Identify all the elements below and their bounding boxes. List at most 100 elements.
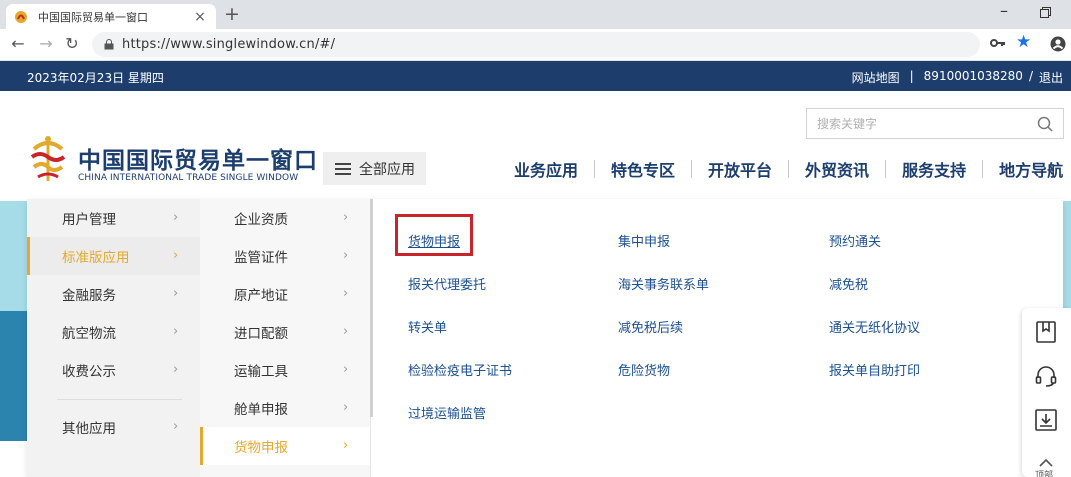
reload-button[interactable]: ↻ <box>62 34 82 53</box>
app-link-tax-exemption-followup[interactable]: 减免税后续 <box>618 317 683 336</box>
menu-item-label: 进口配额 <box>234 326 288 342</box>
search-icon[interactable] <box>1037 116 1053 132</box>
chevron-right-icon: › <box>343 210 349 225</box>
menu-item-label: 企业资质 <box>234 212 288 228</box>
submenu-item-enterprise-qualification[interactable]: 企业资质 › <box>200 199 370 237</box>
app-link-centralized-declaration[interactable]: 集中申报 <box>618 231 670 250</box>
logo-emblem-icon <box>30 136 66 181</box>
menu-item-label: 货物申报 <box>234 440 288 456</box>
nav-item-support[interactable]: 服务支持 <box>886 157 982 181</box>
chevron-right-icon: › <box>173 324 179 339</box>
bookmark-icon[interactable] <box>1034 320 1058 344</box>
subcategory-column: 企业资质 › 监管证件 › 原产地证 › 进口配额 › 运输工具 › 舱单申报 … <box>200 199 371 477</box>
search-box <box>806 108 1064 139</box>
separator: / <box>1028 69 1033 83</box>
chevron-right-icon: › <box>173 248 179 263</box>
menu-item-label: 其他应用 <box>62 421 116 437</box>
search-input[interactable] <box>807 109 1027 138</box>
window-minimize-button[interactable]: – <box>1000 1 1008 20</box>
forward-button[interactable]: → <box>36 34 56 53</box>
menu-item-label: 用户管理 <box>62 212 116 228</box>
tab-close-icon[interactable]: × <box>192 9 208 25</box>
logout-link[interactable]: 退出 <box>1039 69 1063 86</box>
floating-side-toolbar: 顶部 <box>1022 308 1071 477</box>
app-link-transfer-declaration[interactable]: 转关单 <box>408 317 447 336</box>
sitemap-link[interactable]: 网站地图 <box>852 69 900 86</box>
menu-item-label: 航空物流 <box>62 326 116 342</box>
chevron-right-icon: › <box>343 438 349 453</box>
menu-item-fee-disclosure[interactable]: 收费公示 › <box>27 351 200 389</box>
key-icon[interactable] <box>990 36 1006 50</box>
site-top-bar: 2023年02月23日 星期四 网站地图 | 8910001038280 / 退… <box>0 61 1071 91</box>
app-link-tax-exemption[interactable]: 减免税 <box>829 274 868 293</box>
app-link-customs-affairs-contact[interactable]: 海关事务联系单 <box>618 274 709 293</box>
chevron-right-icon: › <box>173 286 179 301</box>
app-link-transit-supervision[interactable]: 过境运输监管 <box>408 403 486 422</box>
back-to-top-label: 顶部 <box>1035 471 1054 477</box>
submenu-item-certificate-of-origin[interactable]: 原产地证 › <box>200 275 370 313</box>
app-link-self-print[interactable]: 报关单自助打印 <box>829 360 920 379</box>
window-restore-icon[interactable] <box>1040 7 1051 18</box>
menu-item-air-logistics[interactable]: 航空物流 › <box>27 313 200 351</box>
app-links-panel: 货物申报 集中申报 预约通关 报关代理委托 海关事务联系单 减免税 转关单 减免… <box>373 199 1063 477</box>
menu-item-label: 收费公示 <box>62 364 116 380</box>
logo-title[interactable]: 中国国际贸易单一窗口 <box>78 141 318 175</box>
headset-icon[interactable] <box>1034 364 1058 388</box>
all-apps-dropdown: 用户管理 › 标准版应用 › 金融服务 › 航空物流 › 收费公示 › 其他应用… <box>27 199 1063 477</box>
nav-item-featured[interactable]: 特色专区 <box>595 157 691 181</box>
new-tab-button[interactable]: + <box>224 3 240 25</box>
submenu-item-regulatory-certificates[interactable]: 监管证件 › <box>200 237 370 275</box>
back-to-top-icon[interactable] <box>1038 458 1054 468</box>
main-nav: 业务应用 特色专区 开放平台 外贸资讯 服务支持 地方导航 <box>498 157 1063 181</box>
chevron-right-icon: › <box>343 362 349 377</box>
tab-title: 中国国际贸易单一窗口 <box>38 10 148 24</box>
site-favicon-icon <box>15 10 27 23</box>
menu-item-label: 原产地证 <box>234 288 288 304</box>
menu-item-label: 标准版应用 <box>62 250 130 266</box>
menu-item-label: 运输工具 <box>234 364 288 380</box>
url-text: https://www.singlewindow.cn/#/ <box>122 37 336 52</box>
address-bar[interactable]: https://www.singlewindow.cn/#/ <box>92 32 980 57</box>
menu-item-label: 金融服务 <box>62 288 116 304</box>
account-number[interactable]: 8910001038280 <box>924 69 1023 86</box>
submenu-item-import-quota[interactable]: 进口配额 › <box>200 313 370 351</box>
all-apps-button[interactable]: 全部应用 <box>323 152 426 185</box>
browser-toolbar: ← → ↻ https://www.singlewindow.cn/#/ ★ <box>0 29 1071 61</box>
app-link-inspection-certificate[interactable]: 检验检疫电子证书 <box>408 360 512 379</box>
current-date: 2023年02月23日 星期四 <box>27 71 164 85</box>
menu-item-financial-services[interactable]: 金融服务 › <box>27 275 200 313</box>
nav-item-local[interactable]: 地方导航 <box>983 157 1063 181</box>
menu-item-label: 监管证件 <box>234 250 288 266</box>
profile-icon[interactable] <box>1050 36 1066 52</box>
category-column: 用户管理 › 标准版应用 › 金融服务 › 航空物流 › 收费公示 › 其他应用… <box>27 199 200 477</box>
submenu-item-goods-declaration[interactable]: 货物申报 › <box>200 427 370 465</box>
logo-subtitle: CHINA INTERNATIONAL TRADE SINGLE WINDOW <box>78 173 299 183</box>
nav-item-open-platform[interactable]: 开放平台 <box>692 157 788 181</box>
chevron-right-icon: › <box>173 210 179 225</box>
app-link-dangerous-goods[interactable]: 危险货物 <box>618 360 670 379</box>
menu-item-other-apps[interactable]: 其他应用 › <box>27 408 200 446</box>
browser-tab[interactable]: 中国国际贸易单一窗口 × <box>6 4 216 29</box>
all-apps-label: 全部应用 <box>359 161 415 178</box>
submenu-item-transport-vehicles[interactable]: 运输工具 › <box>200 351 370 389</box>
nav-item-trade-news[interactable]: 外贸资讯 <box>789 157 885 181</box>
chevron-right-icon: › <box>343 400 349 415</box>
back-button[interactable]: ← <box>8 34 28 53</box>
app-link-appointment-clearance[interactable]: 预约通关 <box>829 231 881 250</box>
bookmark-star-icon[interactable]: ★ <box>1016 32 1031 52</box>
nav-item-business[interactable]: 业务应用 <box>498 157 594 181</box>
chevron-right-icon: › <box>343 324 349 339</box>
browser-tab-strip: 中国国际贸易单一窗口 × + – <box>0 0 1071 29</box>
download-icon[interactable] <box>1034 408 1058 432</box>
chevron-right-icon: › <box>173 362 179 377</box>
app-link-customs-agency[interactable]: 报关代理委托 <box>408 274 486 293</box>
lock-icon <box>104 39 114 50</box>
menu-item-user-management[interactable]: 用户管理 › <box>27 199 200 237</box>
menu-item-label: 舱单申报 <box>234 402 288 418</box>
site-header: 中国国际贸易单一窗口 CHINA INTERNATIONAL TRADE SIN… <box>0 91 1071 201</box>
menu-divider <box>57 399 182 400</box>
submenu-item-manifest-declaration[interactable]: 舱单申报 › <box>200 389 370 427</box>
chevron-right-icon: › <box>173 419 179 434</box>
menu-item-standard-apps[interactable]: 标准版应用 › <box>27 237 200 275</box>
app-link-paperless-agreement[interactable]: 通关无纸化协议 <box>829 317 920 336</box>
